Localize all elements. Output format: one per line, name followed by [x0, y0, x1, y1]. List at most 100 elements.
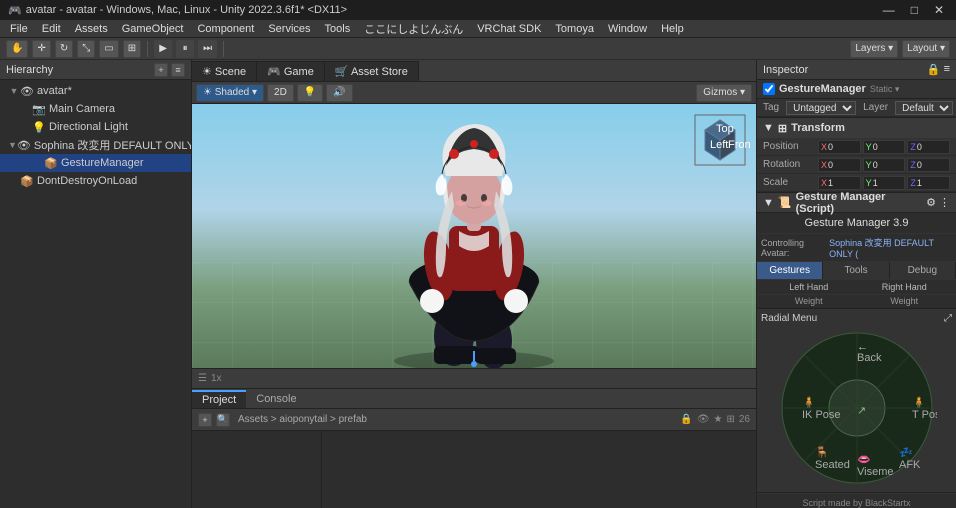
inspector-panel: Inspector 🔒 ≡ GestureManager Static ▾ Ta… — [756, 60, 956, 508]
rect-tool[interactable]: ▭ — [99, 40, 118, 58]
light-btn[interactable]: 💡 — [297, 84, 323, 102]
hierarchy-add-btn[interactable]: + — [154, 63, 168, 77]
scene-tabs: ☀ Scene 🎮 Game 🛒 Asset Store — [192, 60, 756, 82]
tab-project[interactable]: Project — [192, 390, 246, 408]
transform-icon: ⊞ — [778, 122, 787, 135]
scale-x[interactable]: X1 — [818, 176, 861, 190]
hierarchy-item[interactable]: 💡 Directional Light — [0, 118, 191, 136]
assets-search-btn[interactable]: 🔍 — [216, 413, 230, 427]
gesture-tab-tools[interactable]: Tools — [823, 262, 889, 279]
center-panel: ☀ Scene 🎮 Game 🛒 Asset Store ☀ Shaded ▾ … — [192, 60, 756, 508]
component-enabled-checkbox[interactable] — [763, 83, 775, 95]
component-name: GestureManager — [779, 83, 866, 95]
scene-view[interactable]: Top Left Front — [192, 104, 756, 368]
gesture-tab-gestures[interactable]: Gestures — [757, 262, 823, 279]
gesture-tab-debug[interactable]: Debug — [890, 262, 956, 279]
inspector-menu-icon[interactable]: ≡ — [944, 63, 950, 76]
hierarchy-title: Hierarchy — [6, 64, 53, 76]
inspector-lock-icon[interactable]: 🔒 — [927, 63, 941, 76]
left-hand-label: Left Hand — [761, 282, 857, 292]
shaded-btn[interactable]: ☀ Shaded ▾ — [196, 84, 264, 102]
assets-count: 26 — [739, 414, 750, 425]
menu-services[interactable]: Services — [262, 22, 316, 36]
position-x[interactable]: X0 — [818, 140, 861, 154]
assets-left-panel — [192, 431, 322, 508]
rotation-x[interactable]: X0 — [818, 158, 861, 172]
layer-select[interactable]: Default — [895, 101, 953, 115]
position-y[interactable]: Y0 — [863, 140, 906, 154]
svg-text:🪑: 🪑 — [815, 446, 829, 459]
tag-select[interactable]: Untagged — [786, 101, 856, 115]
rotation-z[interactable]: Z0 — [907, 158, 950, 172]
tab-console[interactable]: Console — [246, 390, 306, 408]
menu-gameobject[interactable]: GameObject — [116, 22, 190, 36]
title-bar-controls: — □ ✕ — [879, 3, 948, 17]
hierarchy-header: Hierarchy + ≡ — [0, 60, 191, 80]
svg-text:👄: 👄 — [857, 454, 871, 466]
scene-scale: 1x — [211, 373, 222, 384]
layout-button[interactable]: Layout ▾ — [902, 40, 950, 58]
scale-xyz: X1 Y1 Z1 — [818, 176, 950, 190]
gesture-settings-icon[interactable]: ⚙ — [926, 196, 936, 209]
rotate-tool[interactable]: ↻ — [55, 40, 73, 58]
position-z[interactable]: Z0 — [907, 140, 950, 154]
transform-tool[interactable]: ⊞ — [123, 40, 141, 58]
tab-scene[interactable]: ☀ Scene — [192, 61, 257, 81]
menu-vrchat-sdk[interactable]: VRChat SDK — [471, 22, 547, 36]
hierarchy-item[interactable]: 📦 DontDestroyOnLoad — [0, 172, 191, 190]
rotation-y[interactable]: Y0 — [863, 158, 906, 172]
scale-y[interactable]: Y1 — [863, 176, 906, 190]
tab-asset-store[interactable]: 🛒 Asset Store — [325, 61, 419, 81]
menu-tools[interactable]: Tools — [319, 22, 357, 36]
scale-tool[interactable]: ⤡ — [77, 40, 95, 58]
scene-toolbar: ☀ Shaded ▾ 2D 💡 🔊 Gizmos ▾ — [192, 82, 756, 104]
gesture-menu-icon[interactable]: ⋮ — [939, 196, 950, 209]
maximize-button[interactable]: □ — [907, 3, 922, 17]
menu-file[interactable]: File — [4, 22, 34, 36]
svg-text:T Pose: T Pose — [912, 409, 937, 421]
scene-coords: ☰ — [198, 373, 207, 384]
radial-expand-icon[interactable]: ⤢ — [944, 313, 952, 324]
menu-window[interactable]: Window — [602, 22, 653, 36]
hierarchy-item[interactable]: ▼ 👁 avatar* — [0, 82, 191, 100]
menu-help[interactable]: Help — [655, 22, 690, 36]
close-button[interactable]: ✕ — [930, 3, 948, 17]
gesture-section-header[interactable]: ▼ 📜 Gesture Manager (Script) ⚙ ⋮ — [757, 193, 956, 213]
position-row: Position X0 Y0 Z0 — [757, 138, 956, 156]
menu-assets[interactable]: Assets — [69, 22, 114, 36]
main-layout: Hierarchy + ≡ ▼ 👁 avatar* 📷 Main Camera … — [0, 60, 956, 508]
move-tool[interactable]: ✛ — [32, 40, 50, 58]
hierarchy-menu-btn[interactable]: ≡ — [171, 63, 185, 77]
menu-component[interactable]: Component — [191, 22, 260, 36]
radial-menu-container: ← Back 🧍 T Pose 💤 AFK 👄 Viseme — [777, 328, 937, 488]
tab-game[interactable]: 🎮 Game — [257, 61, 325, 81]
gizmos-btn[interactable]: Gizmos ▾ — [696, 84, 752, 102]
audio-btn[interactable]: 🔊 — [326, 84, 352, 102]
hierarchy-item[interactable]: ▼ 👁 Sophina 改変用 DEFAULT ONLY (Pink) (Rou… — [0, 136, 191, 154]
hand-tool[interactable]: ✋ — [6, 40, 28, 58]
menu-japanese[interactable]: ここにしよじんぶん — [358, 20, 469, 38]
assets-add-btn[interactable]: + — [198, 413, 212, 427]
radial-menu-title: Radial Menu ⤢ — [761, 313, 952, 324]
hierarchy-item[interactable]: 📷 Main Camera — [0, 100, 191, 118]
scene-nav-cube[interactable]: Top Left Front — [690, 110, 750, 170]
scene-bottom-bar: ☰ 1x — [192, 368, 756, 388]
static-label: Static ▾ — [870, 84, 900, 95]
layers-button[interactable]: Layers ▾ — [850, 40, 898, 58]
assets-content — [322, 431, 756, 508]
menu-edit[interactable]: Edit — [36, 22, 67, 36]
step-button[interactable]: ⏭ — [198, 40, 217, 58]
scale-z[interactable]: Z1 — [907, 176, 950, 190]
menu-tomoya[interactable]: Tomoya — [549, 22, 600, 36]
hierarchy-item[interactable]: 📦 GestureManager — [0, 154, 191, 172]
minimize-button[interactable]: — — [879, 3, 899, 17]
pause-button[interactable]: ⏸ — [176, 40, 194, 58]
app-icon: 🎮 — [8, 4, 22, 17]
assets-lock-icon: 🔒 — [680, 414, 692, 425]
2d-btn[interactable]: 2D — [267, 84, 294, 102]
menu-bar: File Edit Assets GameObject Component Se… — [0, 20, 956, 38]
svg-text:💤: 💤 — [899, 447, 913, 459]
transform-header[interactable]: ▼ ⊞ Transform — [757, 118, 956, 138]
play-button[interactable]: ▶ — [154, 40, 172, 58]
position-xyz: X0 Y0 Z0 — [818, 140, 950, 154]
